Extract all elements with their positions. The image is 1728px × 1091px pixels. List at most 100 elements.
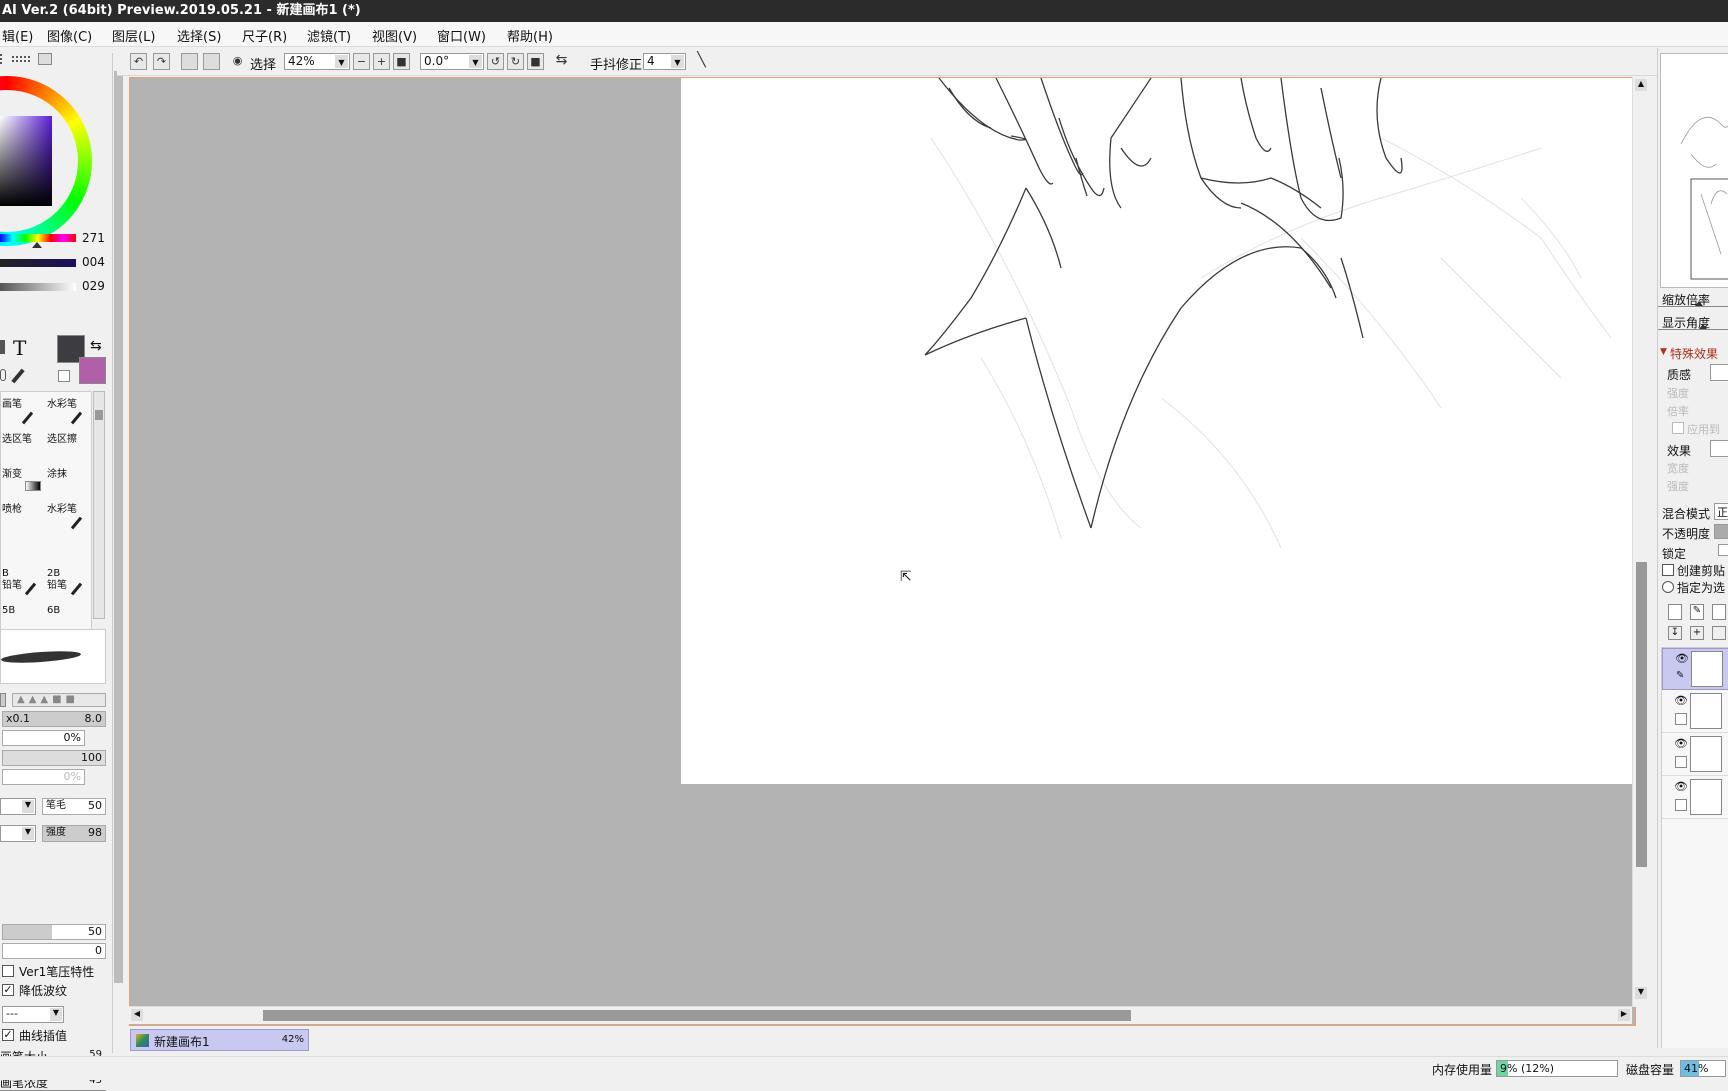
transfer-down-icon[interactable]: ↧ <box>1668 626 1682 640</box>
intensity-value[interactable]: 98 <box>88 826 102 839</box>
navigator-angle-slider[interactable] <box>1658 329 1728 330</box>
zoom-select[interactable]: 42% ▼ <box>284 53 350 70</box>
new-layer-icon[interactable] <box>1668 604 1682 620</box>
brush-cell-gradient[interactable]: 渐变 <box>2 465 22 480</box>
brush-cell-2b-pencil[interactable]: 2B 铅笔 <box>47 568 67 592</box>
sub-color-swatch[interactable] <box>79 357 106 384</box>
menu-select[interactable]: 选择(S) <box>177 26 221 45</box>
brush-cell-6b[interactable]: 6B <box>47 605 60 616</box>
reduce-moire-checkbox[interactable]: ✓ <box>2 984 14 996</box>
navigator-zoom-slider[interactable] <box>1658 306 1728 307</box>
texture-select[interactable] <box>1710 364 1728 381</box>
saturation-slider[interactable] <box>0 259 76 267</box>
straight-line-icon[interactable]: ╲ <box>693 53 710 70</box>
grid-icon[interactable] <box>0 54 6 64</box>
redo-icon[interactable]: ↷ <box>153 53 170 70</box>
brush-size-value[interactable]: 8.0 <box>85 712 103 725</box>
ver1-pressure-checkbox[interactable] <box>2 965 14 977</box>
layer-link-box[interactable] <box>1675 799 1687 811</box>
stabilizer-select[interactable]: 4 ▼ <box>643 53 686 70</box>
hue-slider[interactable] <box>0 234 76 242</box>
color-mode-icon[interactable] <box>38 53 52 65</box>
new-linework-layer-icon[interactable]: ✎ <box>1690 604 1704 620</box>
apply-checkbox[interactable] <box>1672 422 1684 434</box>
effects-header[interactable]: 特殊效果 <box>1670 345 1718 362</box>
layer-row[interactable]: 👁 <box>1662 691 1728 733</box>
scroll-right-icon[interactable]: ▶ <box>1618 1009 1630 1021</box>
new-folder-icon[interactable] <box>1712 604 1726 620</box>
eyedropper-icon[interactable] <box>11 368 25 384</box>
persistence-field[interactable]: 0 <box>2 943 106 959</box>
brush-grid-scrollbar[interactable] <box>93 391 105 619</box>
canvas-tab[interactable]: 新建画布1 42% <box>130 1029 309 1051</box>
lasso-tool-icon[interactable] <box>0 369 6 381</box>
invert-selection-icon[interactable] <box>203 53 220 70</box>
menu-view[interactable]: 视图(V) <box>372 26 417 45</box>
brush-cell-b-pencil[interactable]: B 铅笔 <box>2 568 22 592</box>
mix-value[interactable]: 50 <box>88 925 102 938</box>
brush-shape-select[interactable]: ▼ <box>0 825 36 842</box>
navigator-angle-handle[interactable] <box>1699 324 1707 329</box>
min-size-field[interactable]: 0% <box>2 730 85 746</box>
density-field[interactable]: 100 <box>2 750 106 766</box>
menu-ruler[interactable]: 尺子(R) <box>242 26 287 45</box>
navigator-zoom-handle[interactable] <box>1695 301 1703 306</box>
brush-hair-value[interactable]: 50 <box>88 799 102 812</box>
deselect-icon[interactable] <box>181 53 198 70</box>
layer-link-box[interactable] <box>1675 756 1687 768</box>
brush-cell-5b[interactable]: 5B <box>2 605 15 616</box>
brush-cell-selerase[interactable]: 选区擦 <box>47 430 77 445</box>
density-value[interactable]: 100 <box>81 751 102 764</box>
eye-icon[interactable]: 👁 <box>1674 737 1688 750</box>
brush-cell-watercolor2[interactable]: 水彩笔 <box>47 500 77 515</box>
select-tool-icon[interactable] <box>0 340 5 354</box>
brush-cell-brush[interactable]: 画笔 <box>2 395 22 410</box>
drawing-canvas[interactable]: ⇱ <box>681 78 1637 784</box>
left-panel-scroll-thumb[interactable] <box>114 71 123 983</box>
text-tool-icon[interactable]: T <box>13 336 26 360</box>
min-density-value[interactable]: 0% <box>64 770 81 783</box>
intensity-field[interactable]: 强度 98 <box>42 825 106 842</box>
paper-texture-select[interactable]: ▼ <box>0 798 36 815</box>
eye-icon[interactable]: 👁 <box>1674 694 1688 707</box>
slider-mode-icon[interactable] <box>12 56 30 62</box>
brush-edge-shapes[interactable]: ▲▲▲■■ <box>12 693 106 707</box>
menu-image[interactable]: 图像(C) <box>47 26 92 45</box>
mix-field[interactable]: 50 <box>2 924 106 940</box>
effect-select[interactable] <box>1710 440 1728 457</box>
layer-row[interactable]: 👁 <box>1662 777 1728 819</box>
clear-layer-icon[interactable] <box>1712 626 1726 640</box>
menu-layer[interactable]: 图层(L) <box>112 26 155 45</box>
persistence-value[interactable]: 0 <box>95 944 102 957</box>
undo-icon[interactable]: ↶ <box>130 53 147 70</box>
clipping-checkbox[interactable] <box>1662 564 1674 576</box>
scroll-left-icon[interactable]: ◀ <box>131 1009 143 1021</box>
eye-icon[interactable]: 👁 <box>1675 652 1689 665</box>
selection-source-checkbox[interactable] <box>1662 581 1674 593</box>
vertical-scroll-thumb[interactable] <box>1636 562 1647 867</box>
layer-link-box[interactable] <box>1675 713 1687 725</box>
swap-colors-icon[interactable]: ⇆ <box>90 338 102 354</box>
angle-select[interactable]: 0.0° ▼ <box>420 53 484 70</box>
canvas-viewport[interactable]: ⇱ <box>129 77 1637 1026</box>
merge-down-icon[interactable]: + <box>1690 626 1704 640</box>
brush-shape-flat[interactable] <box>0 693 6 707</box>
zoom-in-icon[interactable]: + <box>373 53 390 70</box>
min-density-field[interactable]: 0% <box>2 769 85 785</box>
menu-window[interactable]: 窗口(W) <box>437 26 486 45</box>
horizontal-scroll-thumb[interactable] <box>263 1010 1131 1021</box>
rotate-reset-icon[interactable]: ■ <box>527 53 544 70</box>
rotate-left-icon[interactable]: ↺ <box>487 53 504 70</box>
left-panel-scrollbar[interactable] <box>112 53 124 1053</box>
scroll-up-icon[interactable]: ▲ <box>1635 79 1647 91</box>
canvas-horizontal-scrollbar[interactable]: ◀ ▶ <box>129 1006 1632 1024</box>
brush-cell-selpen[interactable]: 选区笔 <box>2 430 32 445</box>
saturation-value-square[interactable] <box>0 116 52 206</box>
menu-filter[interactable]: 滤镜(T) <box>307 26 351 45</box>
zoom-reset-icon[interactable]: ■ <box>393 53 410 70</box>
brush-hair-field[interactable]: 笔毛 50 <box>42 798 106 815</box>
scroll-down-icon[interactable]: ▼ <box>1635 987 1647 999</box>
menu-help[interactable]: 帮助(H) <box>507 26 553 45</box>
transparent-color-icon[interactable] <box>58 370 70 382</box>
eye-icon[interactable]: 👁 <box>1674 780 1688 793</box>
